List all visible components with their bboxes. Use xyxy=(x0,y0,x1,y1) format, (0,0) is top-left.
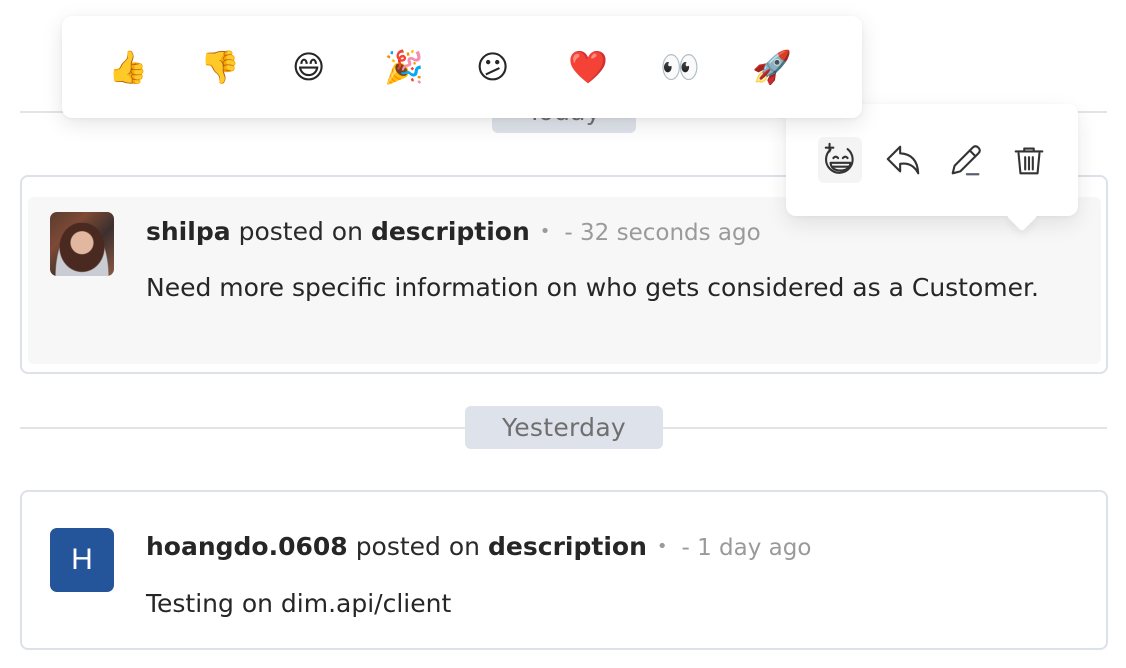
trash-icon xyxy=(1014,147,1044,175)
comment-verb: posted on xyxy=(355,532,481,561)
meta-separator: • xyxy=(656,536,668,557)
comment-author[interactable]: hoangdo.0608 xyxy=(146,532,348,561)
avatar[interactable] xyxy=(50,212,114,276)
comment-author[interactable]: shilpa xyxy=(146,217,231,246)
emoji-eyes[interactable]: 👀 xyxy=(646,37,738,97)
comment-timestamp: - 1 day ago xyxy=(681,535,812,561)
comment-card: H hoangdo.0608 posted on description • -… xyxy=(20,490,1108,650)
reply-icon xyxy=(886,145,920,175)
emoji-grinning-face[interactable]: 😄 xyxy=(278,37,370,97)
add-reaction-icon xyxy=(824,142,854,174)
add-reaction-button[interactable] xyxy=(818,137,862,183)
reply-button[interactable] xyxy=(881,137,925,183)
meta-separator: • xyxy=(539,221,551,242)
comment-target[interactable]: description xyxy=(488,532,647,561)
emoji-rocket[interactable]: 🚀 xyxy=(738,37,830,97)
comment-target[interactable]: description xyxy=(371,217,530,246)
emoji-picker: 👍 👎 😄 🎉 😕 ❤️ 👀 🚀 xyxy=(62,16,862,118)
comment-meta: hoangdo.0608 posted on description • - 1… xyxy=(146,532,811,561)
emoji-party-popper[interactable]: 🎉 xyxy=(370,37,462,97)
emoji-thumbs-up[interactable]: 👍 xyxy=(94,37,186,97)
comment-action-toolbar xyxy=(786,104,1078,216)
emoji-thumbs-down[interactable]: 👎 xyxy=(186,37,278,97)
comment-timestamp: - 32 seconds ago xyxy=(564,220,761,246)
emoji-confused-face[interactable]: 😕 xyxy=(462,37,554,97)
edit-button[interactable] xyxy=(944,137,988,183)
comment-body: Testing on dim.api/client xyxy=(146,589,452,618)
avatar[interactable]: H xyxy=(50,528,114,592)
comment-verb: posted on xyxy=(238,217,363,246)
delete-button[interactable] xyxy=(1007,137,1051,183)
comment-meta: shilpa posted on description • - 32 seco… xyxy=(146,217,761,246)
emoji-red-heart[interactable]: ❤️ xyxy=(554,37,646,97)
comment-body: Need more specific information on who ge… xyxy=(146,273,1039,302)
pencil-icon xyxy=(951,145,981,176)
date-pill-yesterday: Yesterday xyxy=(465,406,663,449)
